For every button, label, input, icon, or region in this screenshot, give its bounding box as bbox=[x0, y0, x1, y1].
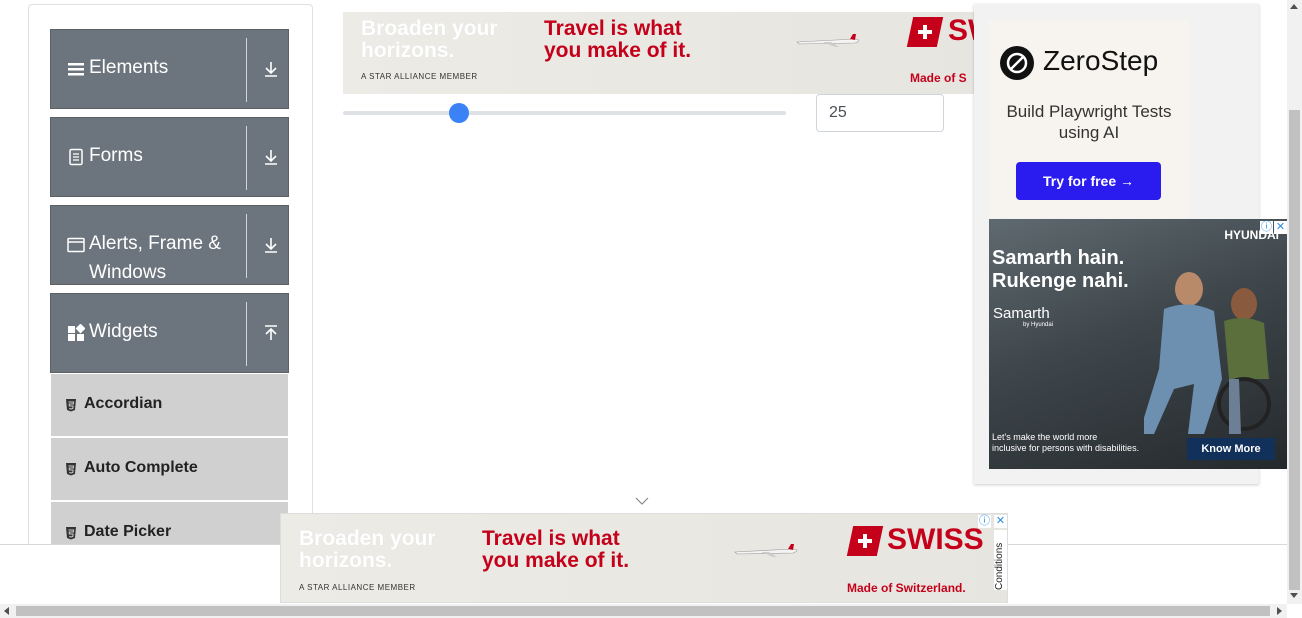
group-label: Alerts, Frame & bbox=[89, 233, 221, 254]
html5-icon bbox=[66, 463, 76, 476]
html5-icon bbox=[66, 399, 76, 412]
bars-icon bbox=[68, 63, 84, 76]
scroll-left-arrow-icon[interactable] bbox=[4, 607, 9, 615]
sidebar-group-forms[interactable]: Forms bbox=[50, 117, 289, 197]
cross-icon bbox=[858, 534, 872, 548]
menu-item-label: Date Picker bbox=[84, 523, 172, 540]
scroll-down-arrow-icon[interactable] bbox=[1290, 593, 1298, 598]
menu-item-label: Auto Complete bbox=[84, 459, 198, 476]
swiss-logo-text: SW bbox=[948, 14, 975, 47]
slider-thumb[interactable] bbox=[449, 103, 469, 123]
vertical-scrollbar-thumb[interactable] bbox=[1289, 110, 1300, 590]
star-alliance-label: A STAR ALLIANCE MEMBER bbox=[299, 583, 416, 592]
scroll-up-arrow-icon[interactable] bbox=[1290, 4, 1298, 9]
horizontal-scrollbar-thumb[interactable] bbox=[16, 606, 1270, 616]
hyundai-ad[interactable]: HYUNDAI Samarth hain. Rukenge nahi. Samar… bbox=[989, 219, 1287, 469]
group-label: Elements bbox=[89, 57, 169, 78]
ad-close-icon[interactable]: ✕ bbox=[994, 515, 1007, 528]
menu-item-auto-complete[interactable]: Auto Complete bbox=[51, 438, 288, 500]
menu-item-accordian[interactable]: Accordian bbox=[51, 374, 288, 436]
ad-text: Broaden your horizons. bbox=[299, 527, 436, 572]
divider bbox=[246, 214, 247, 278]
group-label: Forms bbox=[89, 145, 143, 166]
know-more-button[interactable]: Know More bbox=[1187, 438, 1275, 460]
chevron-down-icon[interactable] bbox=[635, 497, 649, 505]
menu-item-label: Accordian bbox=[84, 395, 163, 412]
ad-footer-text: Let's make the world more inclusive for p… bbox=[992, 432, 1140, 453]
zerostep-logo-icon bbox=[1000, 46, 1034, 80]
page: Elements Forms Alerts, Frame & Windows W… bbox=[0, 0, 1302, 618]
group-label: Widgets bbox=[89, 321, 158, 342]
sidebar-group-alerts-frame-windows[interactable]: Alerts, Frame & Windows bbox=[50, 205, 289, 285]
slider-value-input[interactable]: 25 bbox=[816, 94, 944, 132]
divider bbox=[246, 38, 247, 102]
divider bbox=[246, 302, 247, 366]
ad-photo bbox=[1144, 272, 1271, 434]
swiss-logo-text: SWISS bbox=[887, 523, 984, 556]
slider-track[interactable] bbox=[343, 111, 786, 115]
widgets-icon bbox=[68, 324, 85, 341]
download-arrow-icon bbox=[265, 150, 277, 165]
download-arrow-icon bbox=[265, 62, 277, 77]
ad-headline: Samarth hain. Rukenge nahi. bbox=[992, 247, 1129, 292]
download-arrow-icon bbox=[265, 238, 277, 253]
zerostep-tagline: Build Playwright Tests using AI bbox=[1006, 102, 1172, 142]
samarth-logo: Samarth by Hyundai bbox=[993, 305, 1054, 328]
html5-icon bbox=[66, 527, 76, 540]
window-icon bbox=[67, 237, 85, 253]
sidebar-group-elements[interactable]: Elements bbox=[50, 29, 289, 109]
ad-info-icon[interactable]: ⓘ bbox=[1260, 221, 1273, 234]
swiss-banner-ad-top[interactable]: Broaden your horizons. Travel is what you … bbox=[343, 12, 975, 94]
made-of-switzerland: Made of Switzerland. bbox=[847, 581, 966, 595]
ad-text: Broaden your horizons. bbox=[361, 17, 498, 62]
cross-icon bbox=[918, 25, 932, 39]
ad-info-icon[interactable]: ⓘ bbox=[978, 515, 991, 528]
ad-text: Travel is what you make of it. bbox=[482, 527, 630, 572]
ad-text: Travel is what you make of it. bbox=[544, 17, 692, 62]
scroll-right-arrow-icon[interactable] bbox=[1277, 607, 1282, 615]
star-alliance-label: A STAR ALLIANCE MEMBER bbox=[361, 72, 478, 81]
try-for-free-button[interactable]: Try for free → bbox=[1016, 162, 1161, 200]
divider bbox=[246, 126, 247, 190]
upload-arrow-icon bbox=[265, 325, 277, 340]
ad-close-icon[interactable]: ✕ bbox=[1274, 221, 1287, 234]
airplane-icon bbox=[796, 34, 860, 47]
airplane-icon bbox=[734, 544, 798, 557]
document-icon bbox=[69, 148, 83, 166]
ad-conditions-link[interactable]: Conditions bbox=[994, 530, 1007, 590]
zerostep-brand: ZeroStep bbox=[1043, 45, 1159, 76]
group-label-line2: Windows bbox=[89, 262, 167, 283]
sidebar-group-widgets[interactable]: Widgets bbox=[50, 293, 289, 373]
swiss-banner-ad-bottom[interactable]: Broaden your horizons. Travel is what you … bbox=[280, 513, 1008, 603]
made-of-switzerland: Made of S bbox=[910, 71, 967, 85]
